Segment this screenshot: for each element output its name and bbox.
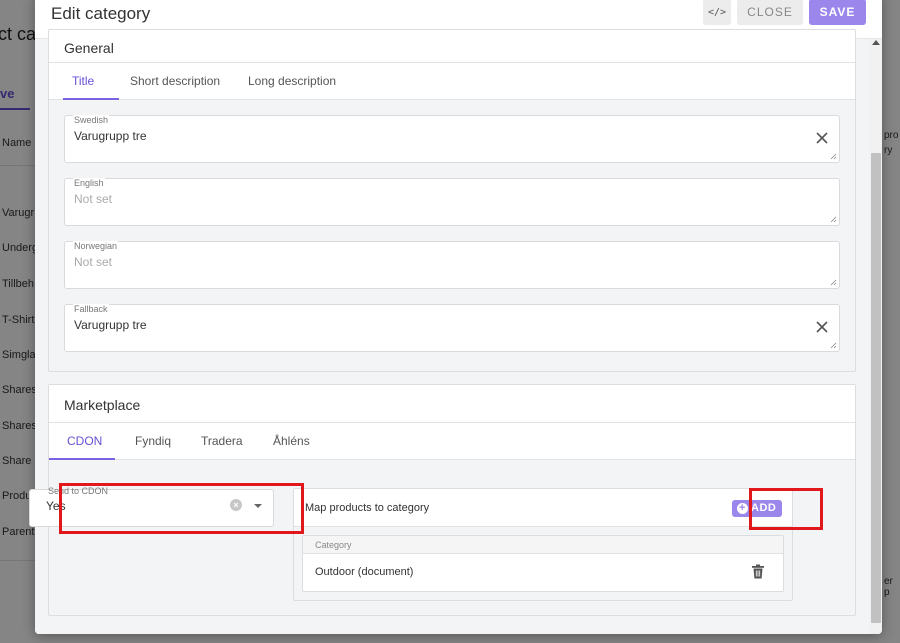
resize-handle-icon[interactable] xyxy=(830,153,837,160)
marketplace-panel-title: Marketplace xyxy=(64,397,141,413)
save-button[interactable]: SAVE xyxy=(809,0,866,25)
modal-title: Edit category xyxy=(51,4,151,23)
english-label: English xyxy=(73,178,105,188)
active-tab-indicator xyxy=(63,98,119,100)
fallback-value: Varugrupp tre xyxy=(74,318,147,332)
category-column-header: Category xyxy=(303,536,783,554)
resize-handle-icon[interactable] xyxy=(830,216,837,223)
fallback-field[interactable]: Fallback Varugrupp tre xyxy=(64,304,840,352)
highlight-box xyxy=(59,483,304,534)
tab-cdon[interactable]: CDON xyxy=(67,434,102,448)
tab-tradera[interactable]: Tradera xyxy=(201,434,243,448)
swedish-field[interactable]: Swedish Varugrupp tre xyxy=(64,115,840,163)
scroll-up-icon[interactable] xyxy=(872,40,880,45)
swedish-value: Varugrupp tre xyxy=(74,129,147,143)
general-panel: General Title Short description Long des… xyxy=(48,29,856,372)
norwegian-field[interactable]: Norwegian Not set xyxy=(64,241,840,289)
tab-long-description[interactable]: Long description xyxy=(248,74,336,88)
vertical-scrollbar[interactable] xyxy=(870,39,882,634)
general-panel-title: General xyxy=(64,40,114,56)
category-table: Category Outdoor (document) xyxy=(302,535,784,592)
category-cell: Outdoor (document) xyxy=(315,566,414,578)
resize-handle-icon[interactable] xyxy=(830,279,837,286)
map-products-title: Map products to category xyxy=(305,502,430,514)
swedish-label: Swedish xyxy=(73,115,110,125)
english-field[interactable]: English Not set xyxy=(64,178,840,226)
norwegian-placeholder: Not set xyxy=(74,255,113,269)
close-button[interactable]: CLOSE xyxy=(737,0,803,25)
general-tabs: Title Short description Long description xyxy=(49,63,855,100)
marketplace-panel-header: Marketplace xyxy=(49,385,855,423)
general-panel-header: General xyxy=(49,30,855,63)
code-view-button[interactable]: </> xyxy=(703,0,731,25)
code-icon: </> xyxy=(707,6,727,18)
highlight-box xyxy=(749,488,823,530)
map-products-card: Map products to category + ADD Category … xyxy=(293,488,793,601)
tab-fyndiq[interactable]: Fyndiq xyxy=(135,434,171,448)
plus-circle-icon: + xyxy=(737,503,748,514)
fallback-label: Fallback xyxy=(73,304,109,314)
scroll-thumb[interactable] xyxy=(871,153,881,623)
active-tab-indicator xyxy=(49,458,115,460)
tab-title[interactable]: Title xyxy=(72,74,94,88)
tab-short-description[interactable]: Short description xyxy=(130,74,220,88)
resize-handle-icon[interactable] xyxy=(830,342,837,349)
tab-ahlens[interactable]: Åhléns xyxy=(273,434,310,448)
marketplace-tabs: CDON Fyndiq Tradera Åhléns xyxy=(49,423,855,460)
map-products-header: Map products to category + ADD xyxy=(294,489,792,527)
english-placeholder: Not set xyxy=(74,192,113,206)
trash-icon[interactable] xyxy=(751,564,765,579)
norwegian-label: Norwegian xyxy=(73,241,119,251)
clear-icon[interactable] xyxy=(814,319,830,335)
clear-icon[interactable] xyxy=(814,130,830,146)
